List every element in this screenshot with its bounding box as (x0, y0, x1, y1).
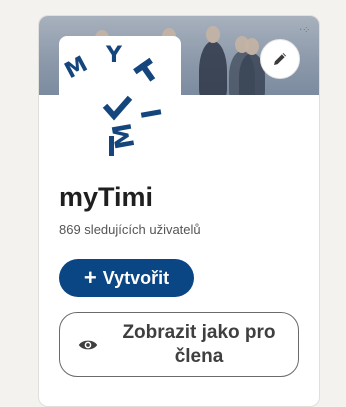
view-as-member-label: Zobrazit jako pro člena (122, 321, 276, 367)
svg-text:M: M (61, 52, 92, 84)
pencil-icon (274, 53, 286, 65)
create-button-label: Vytvořit (102, 267, 170, 288)
company-logo: M Y M (59, 36, 181, 158)
plus-icon: + (83, 265, 97, 290)
followers-count: 869 sledujících uživatelů (59, 222, 201, 237)
company-name: myTimi (59, 182, 154, 212)
company-page-card: ·⁘ M Y M myTimi 869 sledujících uživatel… (38, 15, 320, 407)
edit-cover-button[interactable] (260, 39, 300, 79)
decorative-dots-icon: ·⁘ (299, 25, 311, 36)
svg-text:Y: Y (105, 43, 123, 68)
eye-icon (78, 340, 98, 349)
view-as-member-button[interactable]: Zobrazit jako pro člena (59, 312, 299, 377)
create-button[interactable]: + Vytvořit (59, 259, 194, 297)
